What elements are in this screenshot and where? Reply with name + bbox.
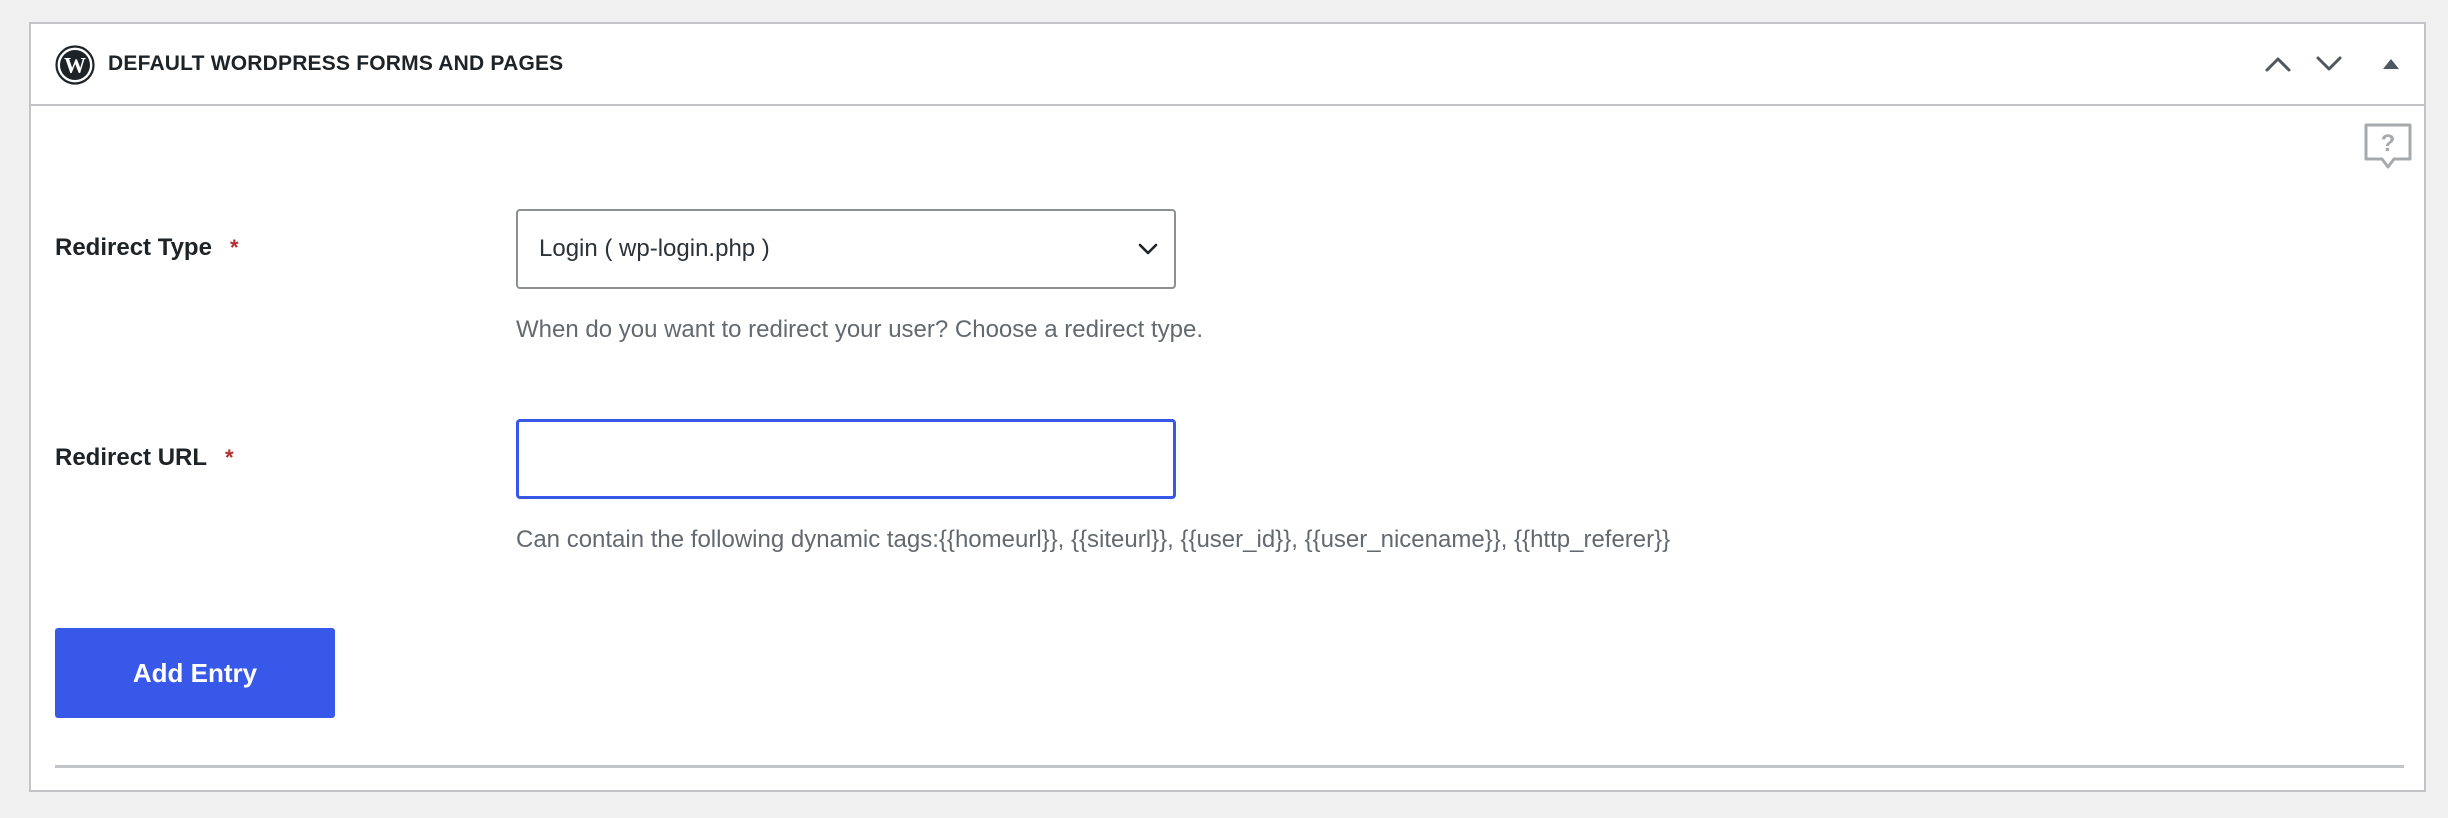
chevron-down-icon [2316, 56, 2342, 71]
redirect-url-input[interactable] [516, 419, 1176, 499]
wordpress-logo-icon: W [55, 45, 95, 85]
redirect-type-label: Redirect Type * [55, 234, 239, 262]
redirect-type-help: When do you want to redirect your user? … [516, 316, 1204, 343]
redirect-type-label-text: Redirect Type [55, 234, 212, 261]
redirect-type-selected-value: Login ( wp-login.php ) [539, 235, 770, 262]
chevron-up-icon [2265, 57, 2291, 72]
move-up-button[interactable] [2258, 44, 2298, 84]
panel-header: W Default WordPress Forms and Pages [31, 24, 2424, 106]
svg-text:W: W [64, 53, 86, 78]
help-speech-bubble-icon[interactable]: ? [2362, 121, 2414, 173]
redirect-url-label-text: Redirect URL [55, 444, 208, 471]
svg-text:?: ? [2381, 130, 2396, 157]
settings-panel: W Default WordPress Forms and Pages ? Re… [29, 22, 2426, 792]
panel-title: Default WordPress Forms and Pages [108, 52, 564, 75]
redirect-type-select[interactable]: Login ( wp-login.php ) [516, 209, 1176, 289]
required-marker: * [225, 445, 234, 470]
add-entry-button[interactable]: Add Entry [55, 628, 335, 718]
required-marker: * [229, 235, 239, 260]
redirect-url-label: Redirect URL * [55, 444, 234, 472]
redirect-url-help: Can contain the following dynamic tags:{… [516, 526, 1671, 553]
chevron-down-icon [1138, 243, 1158, 255]
toggle-panel-button[interactable] [2371, 44, 2411, 84]
divider [55, 765, 2404, 768]
move-down-button[interactable] [2309, 44, 2349, 84]
triangle-up-icon [2383, 59, 2399, 69]
